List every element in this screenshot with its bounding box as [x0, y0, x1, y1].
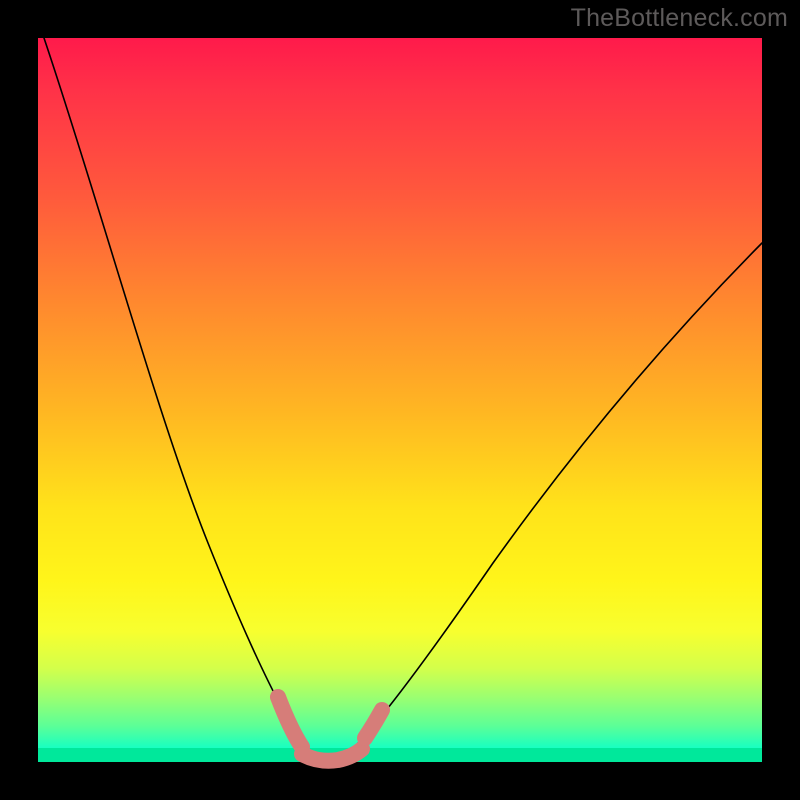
- left-descending-curve: [44, 38, 328, 762]
- right-ascending-curve: [328, 243, 762, 762]
- plot-area: [38, 38, 762, 762]
- watermark-text: TheBottleneck.com: [571, 4, 788, 33]
- highlight-right-segment: [365, 710, 382, 738]
- chart-frame: TheBottleneck.com: [0, 0, 800, 800]
- highlight-bottom-segment: [302, 749, 362, 761]
- curve-layer: [38, 38, 762, 762]
- highlight-left-segment: [278, 697, 302, 747]
